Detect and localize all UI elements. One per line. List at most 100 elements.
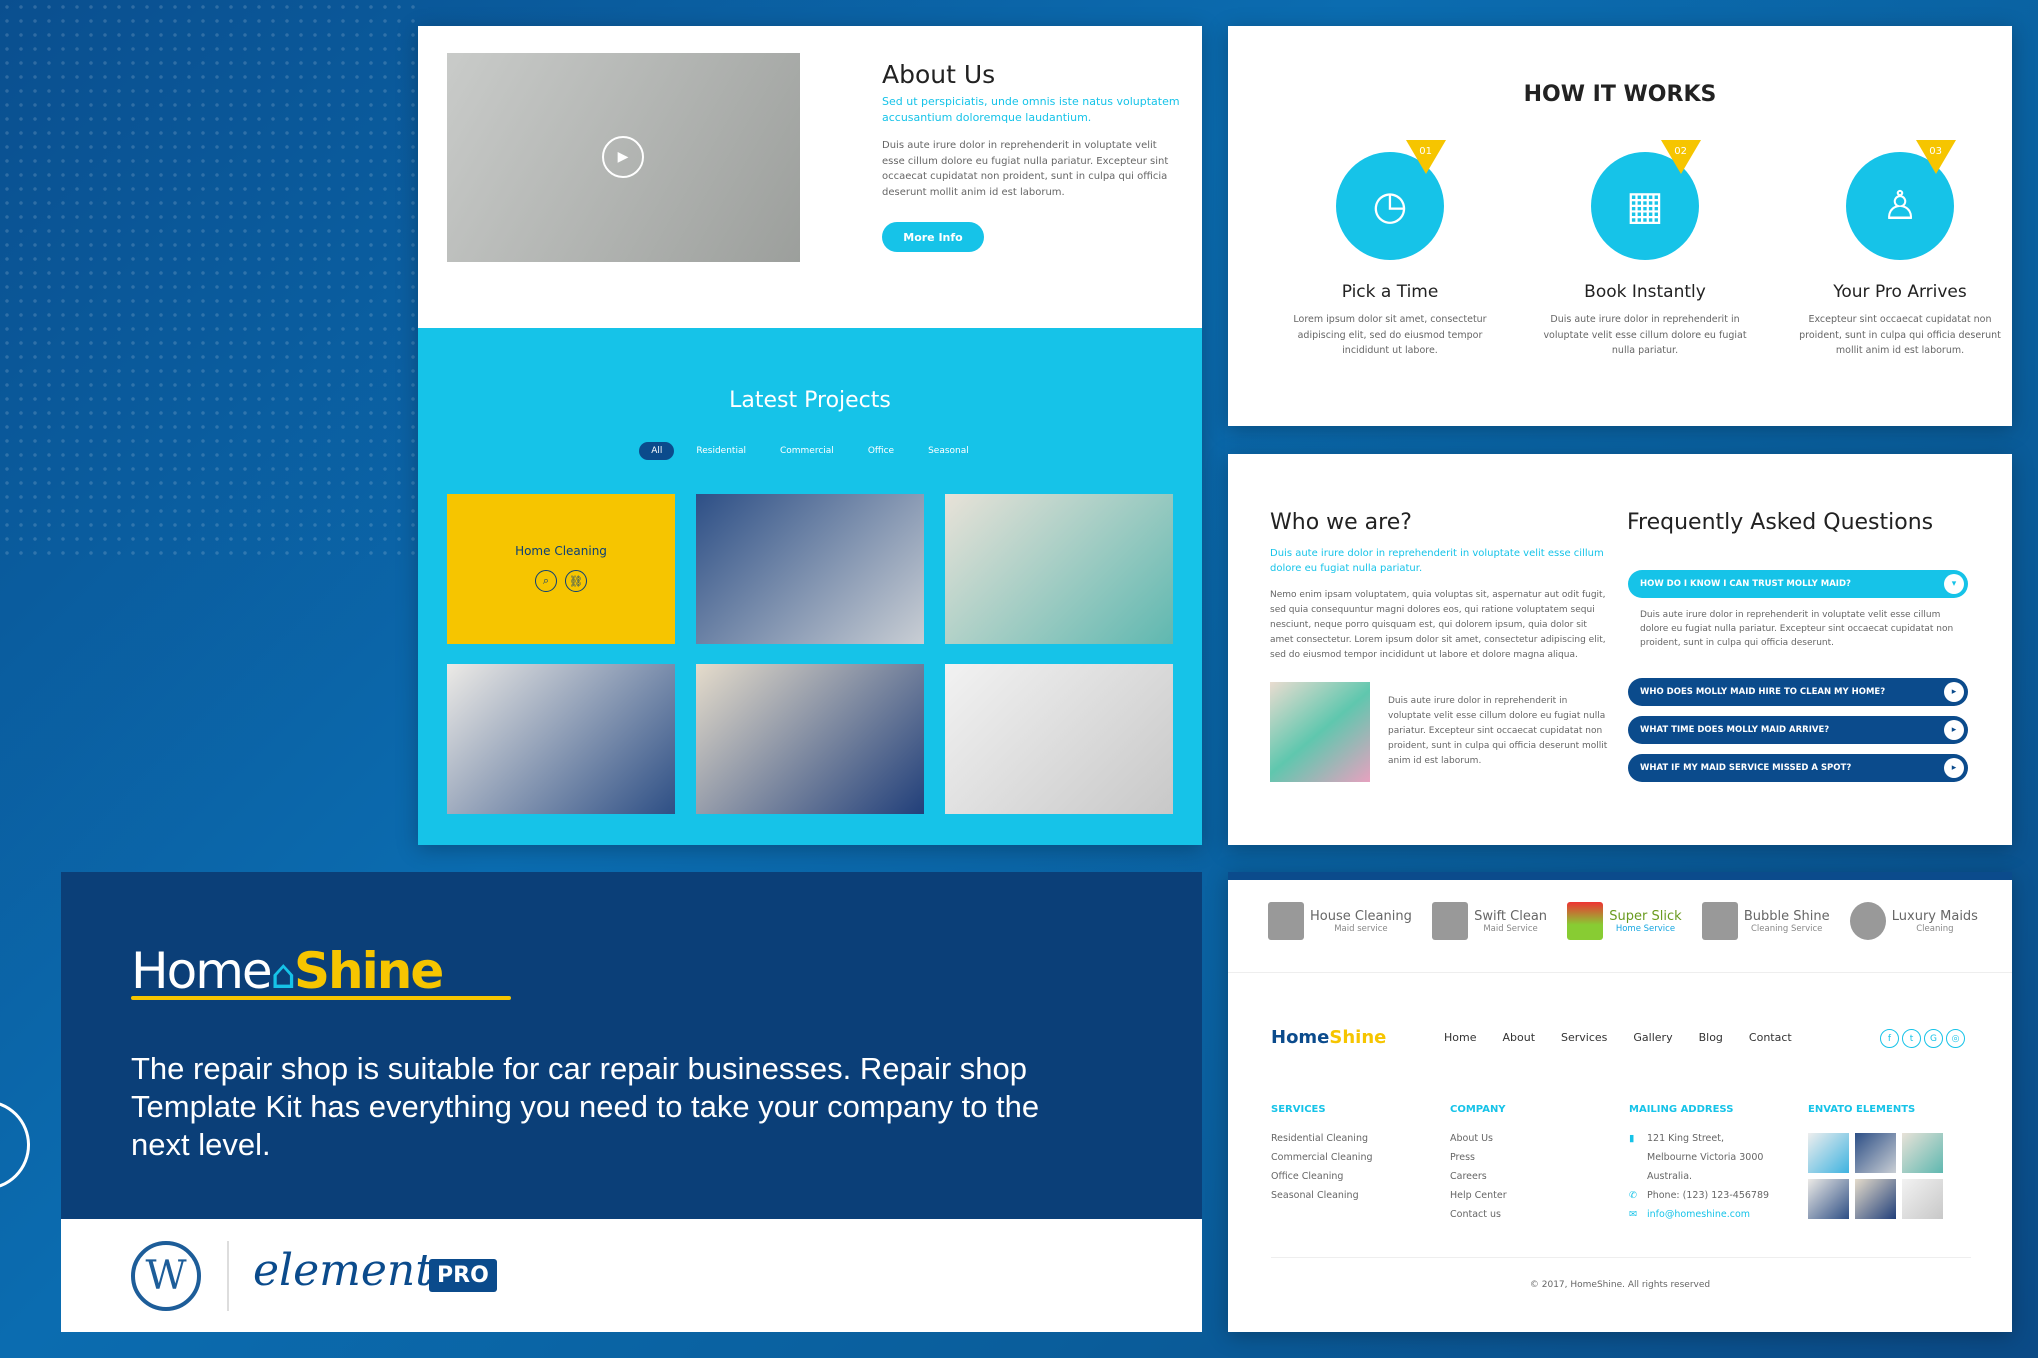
company-link[interactable]: Careers	[1450, 1167, 1507, 1186]
promo-banner: Home⌂Shine The repair shop is suitable f…	[61, 872, 1202, 1219]
project-tile[interactable]: Home Cleaning ⌕ ⛓	[447, 494, 675, 644]
about-title: About Us	[882, 60, 996, 89]
company-link[interactable]: About Us	[1450, 1129, 1507, 1148]
nav-gallery[interactable]: Gallery	[1633, 1031, 1672, 1044]
logo-home-text: Home	[131, 942, 273, 1000]
email[interactable]: ✉ info@homeshine.com	[1629, 1205, 1769, 1224]
chevron-right-icon[interactable]: ▸	[1944, 720, 1964, 740]
play-icon[interactable]: ▶	[602, 136, 644, 178]
footer-logo[interactable]: HomeShine	[1271, 1027, 1386, 1048]
chevron-right-icon[interactable]: ▸	[1944, 758, 1964, 778]
phone: ✆ Phone: (123) 123-456789	[1629, 1186, 1769, 1205]
twitter-icon[interactable]: t	[1902, 1029, 1921, 1048]
tile-label: Home Cleaning	[515, 544, 607, 558]
nav-services[interactable]: Services	[1561, 1031, 1607, 1044]
who-side-text: Duis aute irure dolor in reprehenderit i…	[1388, 696, 1608, 766]
client-name: Bubble Shine	[1743, 908, 1830, 924]
client-sub: Cleaning Service	[1751, 923, 1823, 934]
nav-home[interactable]: Home	[1444, 1031, 1476, 1044]
facebook-icon[interactable]: f	[1880, 1029, 1899, 1048]
client-logo: Luxury Maids Cleaning	[1849, 902, 1978, 940]
company-link[interactable]: Contact us	[1450, 1205, 1507, 1224]
footer-nav: Home About Services Gallery Blog Contact	[1444, 1031, 1792, 1044]
step-number: 02	[1674, 146, 1687, 157]
client-icon	[1567, 902, 1604, 940]
more-info-button[interactable]: More Info	[882, 222, 984, 252]
company-link[interactable]: Press	[1450, 1148, 1507, 1167]
how-title: HOW IT WORKS	[1523, 82, 1717, 107]
filter-office[interactable]: Office	[856, 442, 906, 460]
address-line: 121 King Street,	[1647, 1133, 1724, 1144]
copyright: © 2017, HomeShine. All rights reserved	[1529, 1280, 1711, 1290]
step-title: Book Instantly	[1584, 282, 1706, 302]
homeshine-logo: Home⌂Shine	[131, 942, 511, 1000]
services-link[interactable]: Residential Cleaning	[1271, 1129, 1373, 1148]
pro-badge: PRO	[429, 1259, 497, 1292]
envato-thumbnail[interactable]	[1855, 1133, 1896, 1173]
who-title: Who we are?	[1270, 510, 1412, 535]
about-video-thumbnail[interactable]: ▶	[447, 53, 800, 262]
faq-question: WHAT IF MY MAID SERVICE MISSED A SPOT?	[1640, 763, 1852, 773]
who-body: Nemo enim ipsam voluptatem, quia volupta…	[1270, 590, 1606, 660]
phone-icon: ✆	[1629, 1190, 1637, 1201]
services-link[interactable]: Office Cleaning	[1271, 1167, 1373, 1186]
faq-item[interactable]: WHO DOES MOLLY MAID HIRE TO CLEAN MY HOM…	[1628, 678, 1968, 706]
envato-thumbnail[interactable]	[1808, 1133, 1849, 1173]
services-link[interactable]: Commercial Cleaning	[1271, 1148, 1373, 1167]
about-projects-panel: ▶ About Us Sed ut perspiciatis, unde omn…	[418, 26, 1202, 845]
client-sub: Cleaning	[1916, 923, 1954, 934]
email-link[interactable]: info@homeshine.com	[1647, 1209, 1750, 1220]
faq-item[interactable]: WHAT IF MY MAID SERVICE MISSED A SPOT? ▸	[1628, 754, 1968, 782]
social-links: f t G ◎	[1880, 1029, 1965, 1048]
services-link[interactable]: Seasonal Cleaning	[1271, 1186, 1373, 1205]
client-icon	[1432, 902, 1469, 940]
envato-heading: ENVATO ELEMENTS	[1808, 1104, 1916, 1115]
nav-blog[interactable]: Blog	[1699, 1031, 1723, 1044]
nav-about[interactable]: About	[1502, 1031, 1535, 1044]
faq-item[interactable]: HOW DO I KNOW I CAN TRUST MOLLY MAID? ▾	[1628, 570, 1968, 598]
client-icon	[1849, 902, 1886, 940]
house-icon: ⌂	[270, 952, 296, 998]
faq-item[interactable]: WHAT TIME DOES MOLLY MAID ARRIVE? ▸	[1628, 716, 1968, 744]
client-logos: House Cleaning Maid service Swift Clean Mai…	[1268, 902, 1978, 940]
promo-text: The repair shop is suitable for car repa…	[131, 1051, 1040, 1162]
project-tile[interactable]	[696, 494, 924, 644]
chevron-down-icon[interactable]: ▾	[1944, 574, 1964, 594]
clock-icon: ◷ 01	[1336, 140, 1446, 260]
project-tile[interactable]	[945, 494, 1173, 644]
filter-residential[interactable]: Residential	[684, 442, 758, 460]
logo-shine-text: Shine	[294, 942, 444, 1000]
company-link[interactable]: Help Center	[1450, 1186, 1507, 1205]
client-logo: Super Slick Home Service	[1567, 902, 1682, 940]
project-tile[interactable]	[945, 664, 1173, 814]
step-number: 03	[1929, 146, 1942, 157]
footer-top-bar	[1228, 872, 2012, 880]
chevron-right-icon[interactable]: ▸	[1944, 682, 1964, 702]
step-1: ◷ 01 Pick a Time Lorem ipsum dolor sit amet…	[1280, 140, 1500, 359]
step-text: Duis aute irure dolor in reprehenderit i…	[1543, 314, 1747, 356]
envato-thumbnail[interactable]	[1902, 1179, 1943, 1219]
nav-contact[interactable]: Contact	[1749, 1031, 1792, 1044]
envato-column: ENVATO ELEMENTS	[1808, 1104, 1943, 1219]
project-tile[interactable]	[696, 664, 924, 814]
link-icon[interactable]: ⛓	[565, 570, 587, 592]
googleplus-icon[interactable]: G	[1924, 1029, 1943, 1048]
filter-seasonal[interactable]: Seasonal	[916, 442, 981, 460]
company-column: COMPANY About Us Press Careers Help Center Co…	[1450, 1104, 1507, 1224]
step-3: ♙ 03 Your Pro Arrives Excepteur sint occaec…	[1790, 140, 2010, 359]
filter-commercial[interactable]: Commercial	[768, 442, 846, 460]
client-icon	[1268, 902, 1304, 940]
project-tile[interactable]	[447, 664, 675, 814]
phone-text: Phone: (123) 123-456789	[1647, 1190, 1770, 1201]
divider	[227, 1241, 229, 1311]
filter-all[interactable]: All	[639, 442, 675, 460]
address: ▮ 121 King Street, Melbourne Victoria 3000…	[1629, 1129, 1769, 1186]
services-heading: SERVICES	[1271, 1104, 1326, 1115]
client-logo: Swift Clean Maid Service	[1432, 902, 1547, 940]
search-icon[interactable]: ⌕	[535, 570, 557, 592]
envato-thumbnail[interactable]	[1808, 1179, 1849, 1219]
envato-thumbnail[interactable]	[1855, 1179, 1896, 1219]
map-icon: ▮	[1629, 1133, 1635, 1144]
instagram-icon[interactable]: ◎	[1946, 1029, 1965, 1048]
envato-thumbnail[interactable]	[1902, 1133, 1943, 1173]
